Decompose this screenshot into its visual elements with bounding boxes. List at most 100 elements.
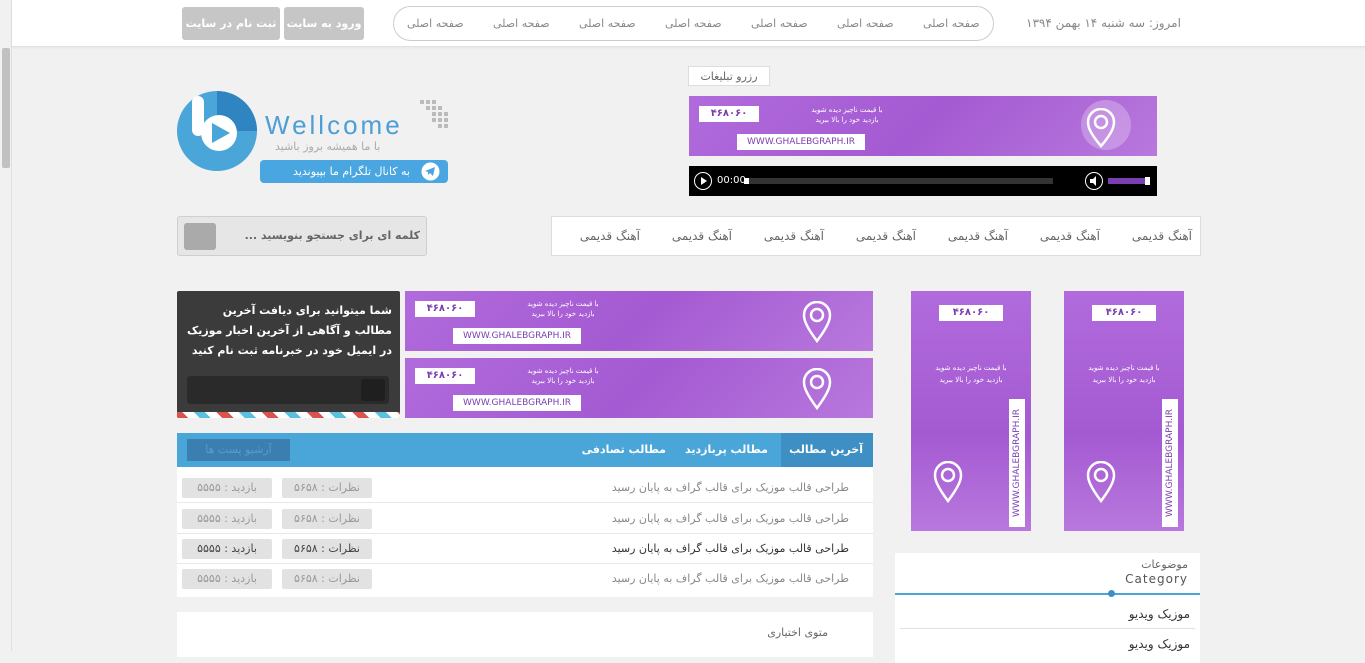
ad-url: WWW.GHALEBGRAPH.IR (1162, 399, 1178, 527)
ad-banner[interactable]: ۴۶۸۰۶۰ با قیمت ناچیز دیده شوید بازدید خو… (405, 358, 873, 418)
volume-icon (1090, 176, 1096, 186)
category-underline (895, 593, 1200, 595)
post-row[interactable]: طراحی قالب موزیک برای قالب گراف به پایان… (177, 534, 873, 564)
logo-dots-icon (420, 100, 448, 128)
ad-line-1: با قیمت ناچیز دیده شوید (527, 300, 599, 308)
play-icon (701, 177, 707, 185)
register-button[interactable]: ثبت نام در سایت (182, 7, 280, 40)
ad-line-2: بازدید خود را بالا ببرید (815, 116, 879, 124)
ad-banner[interactable]: ۴۶۸۰۶۰ با قیمت ناچیز دیده شوید بازدید خو… (405, 291, 873, 351)
audio-player: 00:00 (689, 166, 1157, 196)
envelope-stripes (177, 412, 400, 418)
newsletter-box: شما میتوانید برای دیافت آخرین مطالب و آگ… (177, 291, 400, 418)
scrollbar-thumb[interactable] (2, 48, 10, 168)
ad-line-2: بازدید خود را بالا ببرید (531, 310, 595, 318)
newsletter-submit-button[interactable] (361, 379, 385, 401)
ad-phone: ۴۶۸۰۶۰ (415, 368, 475, 384)
post-row[interactable]: طراحی قالب موزیک برای قالب گراف به پایان… (177, 473, 873, 503)
ad-url: WWW.GHALEBGRAPH.IR (453, 395, 581, 411)
post-views-badge: بازدید : ۵۵۵۵ (182, 569, 272, 589)
post-title[interactable]: طراحی قالب موزیک برای قالب گراف به پایان… (612, 481, 849, 494)
audio-progress[interactable] (744, 178, 1053, 184)
category-box: موضوعات Category موزیک ویدیو موزیک ویدیو (895, 553, 1200, 663)
ad-banner-vertical[interactable]: ۴۶۸۰۶۰ با قیمت ناچیز دیده شوید بازدید خو… (1064, 291, 1184, 531)
post-views-badge: بازدید : ۵۵۵۵ (182, 539, 272, 559)
top-nav: صفحه اصلی صفحه اصلی صفحه اصلی صفحه اصلی … (393, 6, 994, 41)
top-nav-item[interactable]: صفحه اصلی (665, 17, 722, 30)
top-nav-item[interactable]: صفحه اصلی (407, 17, 464, 30)
ad-phone: ۴۶۸۰۶۰ (939, 305, 1003, 321)
volume-slider[interactable] (1108, 177, 1150, 185)
top-nav-item[interactable]: صفحه اصلی (751, 17, 808, 30)
ad-line-1: با قیمت ناچیز دیده شوید (935, 364, 1007, 372)
main-menu: آهنگ قدیمی آهنگ قدیمی آهنگ قدیمی آهنگ قد… (551, 216, 1201, 256)
menu-item[interactable]: آهنگ قدیمی (764, 229, 824, 243)
ad-line-2: بازدید خود را بالا ببرید (531, 377, 595, 385)
optional-content: متوی اختیاری (177, 612, 873, 657)
newsletter-email-input[interactable] (187, 376, 389, 404)
ad-line-1: با قیمت ناچیز دیده شوید (527, 367, 599, 375)
logo-subtitle: با ما همیشه بروز باشید (275, 140, 381, 153)
location-pin-icon (933, 461, 963, 503)
post-views-badge: بازدید : ۵۵۵۵ (182, 478, 272, 498)
top-nav-item[interactable]: صفحه اصلی (837, 17, 894, 30)
location-pin-icon (1086, 108, 1116, 148)
search-button[interactable] (184, 223, 216, 250)
logo-title: Wellcome (265, 110, 403, 140)
volume-button[interactable] (1085, 172, 1103, 190)
play-button[interactable] (694, 172, 712, 190)
ad-line-1: با قیمت ناچیز دیده شوید (1088, 364, 1160, 372)
telegram-label: به کانال تلگرام ما بپیوندید (293, 165, 410, 178)
menu-item[interactable]: آهنگ قدیمی (1040, 229, 1100, 243)
top-nav-item[interactable]: صفحه اصلی (493, 17, 550, 30)
ad-url: WWW.GHALEBGRAPH.IR (737, 134, 865, 150)
posts-tabs: آخرین مطالب مطالب پربازدید مطالب تصادفی … (177, 433, 873, 467)
ad-url: WWW.GHALEBGRAPH.IR (453, 328, 581, 344)
post-row[interactable]: طراحی قالب موزیک برای قالب گراف به پایان… (177, 564, 873, 594)
tab-random[interactable]: مطالب تصادفی (582, 443, 666, 456)
location-pin-icon (1086, 461, 1116, 503)
ad-line-1: با قیمت ناچیز دیده شوید (811, 106, 883, 114)
post-comments-badge: نظرات : ۵۶۵۸ (282, 539, 372, 559)
post-title[interactable]: طراحی قالب موزیک برای قالب گراف به پایان… (612, 512, 849, 525)
tab-popular[interactable]: مطالب پربازدید (685, 443, 768, 456)
top-nav-item[interactable]: صفحه اصلی (579, 17, 636, 30)
location-pin-icon (802, 368, 832, 410)
top-nav-item[interactable]: صفحه اصلی (923, 17, 980, 30)
current-date: امروز: سه شنبه ۱۴ بهمن ۱۳۹۴ (1026, 16, 1181, 30)
audio-progress-handle[interactable] (744, 178, 749, 184)
category-title-fa: موضوعات (1141, 558, 1188, 571)
audio-time: 00:00 (717, 175, 746, 186)
post-row[interactable]: طراحی قالب موزیک برای قالب گراف به پایان… (177, 504, 873, 534)
posts-list: طراحی قالب موزیک برای قالب گراف به پایان… (177, 467, 873, 597)
ad-banner-header[interactable]: ۴۶۸۰۶۰ با قیمت ناچیز دیده شوید بازدید خو… (689, 96, 1157, 156)
menu-item[interactable]: آهنگ قدیمی (672, 229, 732, 243)
login-button[interactable]: ورود به سایت (284, 7, 364, 40)
post-title[interactable]: طراحی قالب موزیک برای قالب گراف به پایان… (612, 572, 849, 585)
post-title[interactable]: طراحی قالب موزیک برای قالب گراف به پایان… (612, 542, 849, 555)
search-input[interactable]: کلمه ای برای جستجو بنویسید ... (245, 229, 420, 242)
search-box[interactable]: کلمه ای برای جستجو بنویسید ... (177, 216, 427, 256)
menu-item[interactable]: آهنگ قدیمی (1132, 229, 1192, 243)
category-item[interactable]: موزیک ویدیو (1129, 607, 1190, 621)
menu-item[interactable]: آهنگ قدیمی (856, 229, 916, 243)
logo-icon[interactable] (176, 90, 258, 172)
telegram-button[interactable]: به کانال تلگرام ما بپیوندید (260, 160, 448, 183)
ad-banner-vertical[interactable]: ۴۶۸۰۶۰ با قیمت ناچیز دیده شوید بازدید خو… (911, 291, 1031, 531)
ad-line-2: بازدید خود را بالا ببرید (939, 376, 1003, 384)
volume-handle[interactable] (1145, 177, 1150, 185)
archive-button[interactable]: آرشیو پست ها (187, 439, 290, 461)
post-comments-badge: نظرات : ۵۶۵۸ (282, 478, 372, 498)
tab-latest[interactable]: آخرین مطالب (789, 443, 863, 456)
page-scrollbar[interactable] (0, 0, 12, 651)
category-item[interactable]: موزیک ویدیو (1129, 637, 1190, 651)
post-comments-badge: نظرات : ۵۶۵۸ (282, 509, 372, 529)
telegram-icon (421, 162, 440, 181)
menu-item[interactable]: آهنگ قدیمی (948, 229, 1008, 243)
menu-item[interactable]: آهنگ قدیمی (580, 229, 640, 243)
category-divider (900, 628, 1195, 629)
category-title-en: Category (1125, 572, 1188, 586)
reserve-ads-label: رزرو تبلیغات (688, 66, 770, 86)
location-pin-icon (802, 301, 832, 343)
ad-phone: ۴۶۸۰۶۰ (415, 301, 475, 317)
